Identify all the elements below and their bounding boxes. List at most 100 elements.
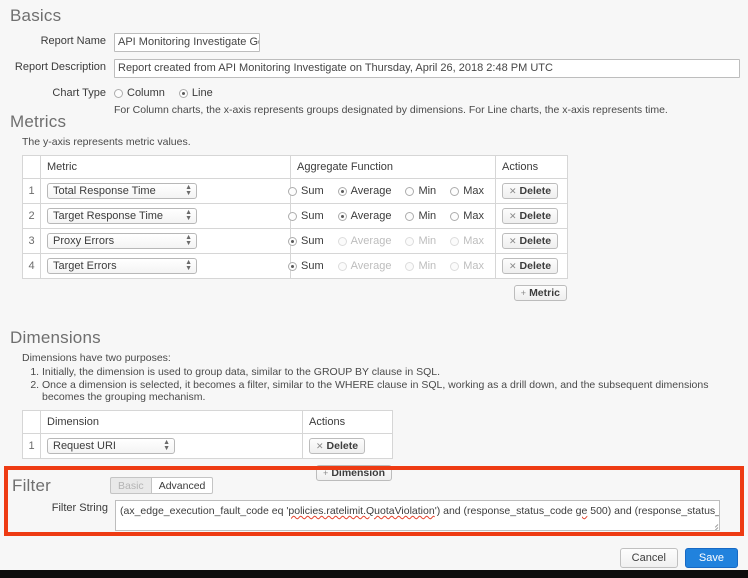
select-stepper-icon: ▲▼ xyxy=(185,210,192,222)
dimensions-header-actions: Actions xyxy=(303,411,393,434)
add-metric-label: Metric xyxy=(529,287,560,299)
aggregate-option-min[interactable]: Min xyxy=(405,185,450,197)
metric-select-value: Proxy Errors xyxy=(53,235,114,247)
radio-average[interactable] xyxy=(338,187,347,196)
row-index: 4 xyxy=(23,254,41,279)
actions-cell: ✕Delete xyxy=(496,229,568,254)
filter-mode-advanced-button[interactable]: Advanced xyxy=(151,477,214,494)
metric-select[interactable]: Proxy Errors ▲▼ xyxy=(47,233,197,249)
row-index: 1 xyxy=(23,179,41,204)
filter-part-ge: ge xyxy=(576,505,588,517)
dimensions-help-item: Once a dimension is selected, it becomes… xyxy=(42,379,740,403)
aggregate-label: Sum xyxy=(301,235,324,247)
dimensions-body: 1Request URI▲▼✕Delete xyxy=(23,434,393,459)
aggregate-label: Min xyxy=(418,185,436,197)
delete-metric-button[interactable]: ✕Delete xyxy=(502,233,558,249)
radio-sum[interactable] xyxy=(288,237,297,246)
aggregate-option-min[interactable]: Min xyxy=(405,210,450,222)
cancel-button[interactable]: Cancel xyxy=(620,548,678,568)
add-metric-button[interactable]: + Metric xyxy=(514,285,567,301)
metric-select[interactable]: Total Response Time▲▼ xyxy=(47,183,197,199)
aggregate-radio-group: SumAverageMinMax xyxy=(297,260,489,272)
delete-label: Delete xyxy=(520,260,552,272)
footer-actions: Cancel Save xyxy=(620,548,738,568)
radio-max xyxy=(450,262,459,271)
table-row: 2 Target Response Time▲▼ Sum Average Min Max ✕… xyxy=(23,204,568,229)
metric-cell: Target Response Time▲▼ xyxy=(41,204,291,229)
metric-select[interactable]: Target Response Time▲▼ xyxy=(47,208,197,224)
row-index: 3 xyxy=(23,229,41,254)
radio-sum[interactable] xyxy=(288,262,297,271)
chart-type-radio-group: Column Line xyxy=(114,85,740,101)
aggregate-option-max: Max xyxy=(450,235,498,247)
filter-part-c: ') and (response_status_code xyxy=(435,505,576,517)
aggregate-label: Max xyxy=(463,260,484,272)
delete-label: Delete xyxy=(520,235,552,247)
metrics-header-metric: Metric xyxy=(41,156,291,179)
select-stepper-icon: ▲▼ xyxy=(185,260,192,272)
radio-min[interactable] xyxy=(405,212,414,221)
select-stepper-icon: ▲▼ xyxy=(163,440,170,452)
close-icon: ✕ xyxy=(509,211,517,222)
dimension-select[interactable]: Request URI▲▼ xyxy=(47,438,175,454)
save-button[interactable]: Save xyxy=(685,548,738,568)
radio-max[interactable] xyxy=(450,212,459,221)
filter-string-row: Filter String (ax_edge_execution_fault_c… xyxy=(12,500,720,531)
report-description-row: Report Description Report created from A… xyxy=(10,59,740,78)
chart-type-option-line[interactable]: Line xyxy=(192,86,213,101)
radio-chart-type-line[interactable] xyxy=(179,89,188,98)
resize-grip-icon[interactable] xyxy=(710,521,718,529)
metrics-header-index xyxy=(23,156,41,179)
report-name-input[interactable]: API Monitoring Investigate General xyxy=(114,33,260,52)
aggregate-option-sum[interactable]: Sum xyxy=(288,235,338,247)
radio-sum[interactable] xyxy=(288,212,297,221)
metrics-section: Metrics The y-axis represents metric val… xyxy=(10,112,740,301)
actions-cell: ✕Delete xyxy=(496,204,568,229)
aggregate-radio-group: SumAverageMinMax xyxy=(297,210,489,222)
report-description-input[interactable]: Report created from API Monitoring Inves… xyxy=(114,59,740,78)
delete-label: Delete xyxy=(520,185,552,197)
aggregate-label: Max xyxy=(463,185,484,197)
delete-dimension-button[interactable]: ✕Delete xyxy=(309,438,365,454)
delete-label: Delete xyxy=(327,440,359,452)
delete-metric-button[interactable]: ✕Delete xyxy=(502,183,558,199)
aggregate-option-sum[interactable]: Sum xyxy=(288,210,338,222)
actions-cell: ✕Delete xyxy=(303,434,393,459)
table-row: 1 Total Response Time▲▼ SumAverage Min Max ✕D… xyxy=(23,179,568,204)
radio-average[interactable] xyxy=(338,212,347,221)
metric-select[interactable]: Target Errors▲▼ xyxy=(47,258,197,274)
filter-heading: Filter xyxy=(12,476,51,496)
aggregate-option-max[interactable]: Max xyxy=(450,185,498,197)
report-editor-page: Basics Report Name API Monitoring Invest… xyxy=(0,0,748,570)
radio-chart-type-column[interactable] xyxy=(114,89,123,98)
aggregate-option-average[interactable]: Average xyxy=(338,185,406,197)
basics-heading: Basics xyxy=(10,6,740,26)
aggregate-option-min: Min xyxy=(405,260,450,272)
filter-string-textarea[interactable]: (ax_edge_execution_fault_code eq 'polici… xyxy=(115,500,720,531)
delete-metric-button[interactable]: ✕Delete xyxy=(502,258,558,274)
select-stepper-icon: ▲▼ xyxy=(185,235,192,247)
report-name-row: Report Name API Monitoring Investigate G… xyxy=(10,33,740,52)
aggregate-label: Min xyxy=(418,210,436,222)
aggregate-label: Min xyxy=(418,235,436,247)
actions-cell: ✕Delete xyxy=(496,179,568,204)
table-row: 3 Proxy Errors ▲▼ Sum Average Min Max ✕Delete xyxy=(23,229,568,254)
radio-sum[interactable] xyxy=(288,187,297,196)
filter-mode-basic-button[interactable]: Basic xyxy=(110,477,151,494)
radio-max[interactable] xyxy=(450,187,459,196)
delete-metric-button[interactable]: ✕Delete xyxy=(502,208,558,224)
dimensions-help-intro: Dimensions have two purposes: xyxy=(22,352,740,364)
aggregate-option-sum[interactable]: Sum xyxy=(288,185,338,197)
radio-min xyxy=(405,262,414,271)
row-index: 2 xyxy=(23,204,41,229)
chart-type-option-column[interactable]: Column xyxy=(127,86,165,101)
aggregate-label: Sum xyxy=(301,210,324,222)
aggregate-option-sum[interactable]: Sum xyxy=(288,260,338,272)
filter-part-policy: policies.ratelimit.QuotaViolation xyxy=(288,505,434,517)
aggregate-option-max[interactable]: Max xyxy=(450,210,498,222)
dimensions-header-row: Dimension Actions xyxy=(23,411,393,434)
aggregate-option-average[interactable]: Average xyxy=(338,210,406,222)
aggregate-option-average: Average xyxy=(338,235,406,247)
radio-min[interactable] xyxy=(405,187,414,196)
close-icon: ✕ xyxy=(316,441,324,452)
